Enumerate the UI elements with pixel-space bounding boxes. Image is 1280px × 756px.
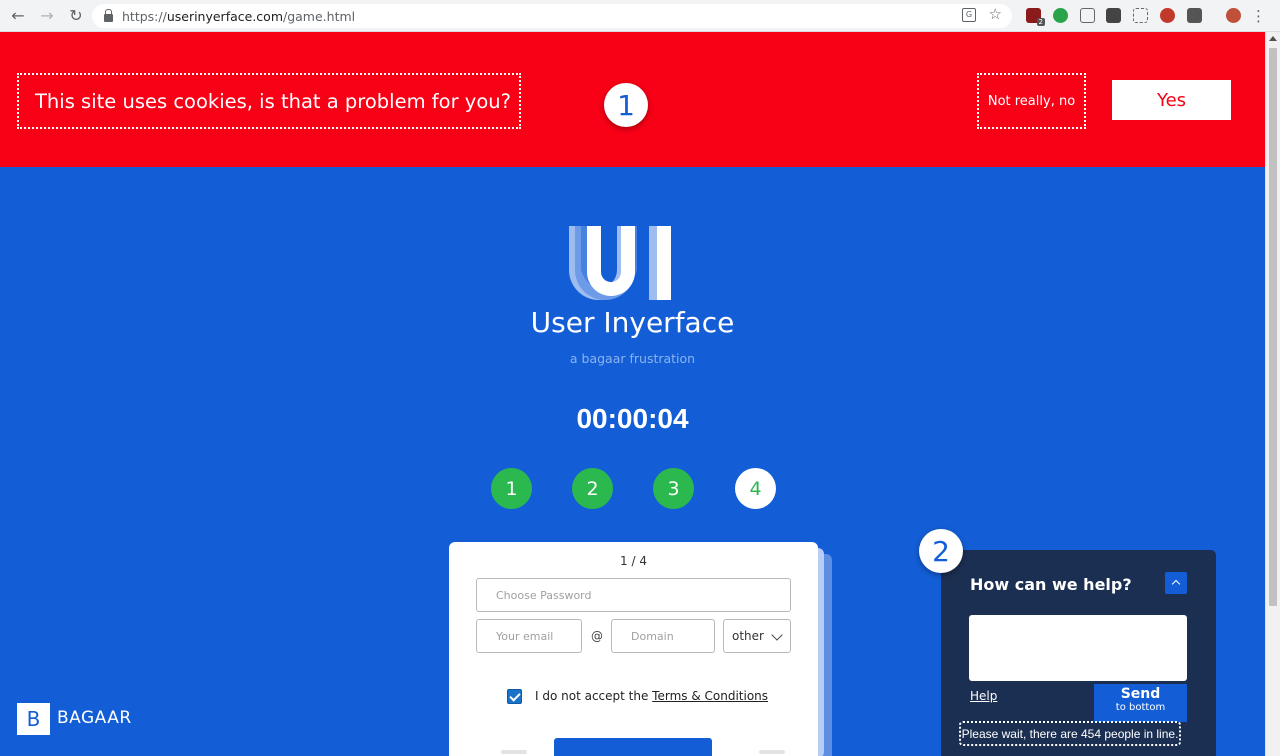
decline-cookies-button[interactable]: Not really, no xyxy=(977,73,1086,129)
step-marker-1: 1 xyxy=(604,83,648,127)
accept-cookies-button[interactable]: Yes xyxy=(1112,80,1231,120)
app-subtitle: a bagaar frustration xyxy=(569,351,696,366)
progress-step-3: 3 xyxy=(653,468,694,509)
faint-link-left[interactable] xyxy=(501,750,527,754)
lock-icon xyxy=(104,8,113,22)
address-bar[interactable]: https://userinyerface.com/game.html G ☆ xyxy=(92,4,1012,28)
progress-step-1: 1 xyxy=(491,468,532,509)
help-send-button[interactable]: Send to bottom xyxy=(1094,684,1187,722)
progress-step-4: 4 xyxy=(735,468,776,509)
tld-select-value: other xyxy=(732,629,764,643)
password-input[interactable]: Choose Password xyxy=(476,578,791,612)
app-title: User Inyerface xyxy=(530,306,735,339)
terms-link[interactable]: Terms & Conditions xyxy=(652,689,768,703)
extension-card-icon[interactable] xyxy=(1080,8,1095,23)
help-send-sublabel: to bottom xyxy=(1115,702,1166,713)
help-title: How can we help? xyxy=(970,575,1132,594)
translate-icon[interactable]: G xyxy=(962,8,976,22)
page-scrollbar[interactable] xyxy=(1265,32,1280,756)
ublock-extension-icon[interactable]: 2 xyxy=(1026,8,1045,26)
chevron-up-icon[interactable] xyxy=(1165,572,1187,594)
help-widget: How can we help? Help Send to bottom Ple… xyxy=(941,550,1216,756)
game-timer: 00:00:04 xyxy=(576,403,689,434)
next-button[interactable] xyxy=(554,738,712,756)
bagaar-logo-icon[interactable]: B xyxy=(17,703,50,735)
scrollbar-thumb[interactable] xyxy=(1269,48,1277,606)
kebab-menu-icon[interactable]: ⋮ xyxy=(1251,7,1266,25)
scroll-up-icon[interactable] xyxy=(1269,36,1277,41)
extension-eye-icon[interactable] xyxy=(1160,8,1175,23)
extension-puzzle-icon[interactable] xyxy=(1133,8,1148,23)
at-sign: @ xyxy=(591,629,603,643)
page-indicator: 1 / 4 xyxy=(620,554,647,568)
ui-logo xyxy=(569,226,671,300)
queue-status: Please wait, there are 454 people in lin… xyxy=(959,721,1181,746)
extension-dark-icon[interactable] xyxy=(1106,8,1121,23)
help-link[interactable]: Help xyxy=(970,689,997,703)
arrow-right-icon[interactable]: → xyxy=(36,5,58,27)
terms-checkbox[interactable] xyxy=(507,689,522,704)
url-text: https://userinyerface.com/game.html xyxy=(122,8,356,24)
arrow-left-icon[interactable]: ← xyxy=(7,5,29,27)
faint-link-right[interactable] xyxy=(759,750,785,754)
profile-avatar-icon[interactable] xyxy=(1226,8,1241,23)
tld-select[interactable]: other xyxy=(723,619,791,653)
domain-input[interactable]: Domain xyxy=(611,619,715,653)
bagaar-brand-name[interactable]: BAGAAR xyxy=(57,708,132,728)
progress-step-2: 2 xyxy=(572,468,613,509)
cookie-banner: This site uses cookies, is that a proble… xyxy=(0,32,1265,167)
extension-green-icon[interactable] xyxy=(1053,8,1068,23)
terms-label: I do not accept the Terms & Conditions xyxy=(535,689,769,703)
reload-icon[interactable]: ↻ xyxy=(65,5,87,27)
star-icon[interactable]: ☆ xyxy=(989,5,1002,23)
step-marker-2: 2 xyxy=(919,529,963,573)
browser-toolbar: ← → ↻ https://userinyerface.com/game.htm… xyxy=(0,0,1280,32)
registration-card: 1 / 4 Choose Password Your email @ Domai… xyxy=(449,542,818,756)
help-send-label: Send xyxy=(1120,686,1161,702)
email-input[interactable]: Your email xyxy=(476,619,582,653)
extension-info-icon[interactable] xyxy=(1187,8,1202,23)
help-message-input[interactable] xyxy=(969,615,1187,681)
cookie-message: This site uses cookies, is that a proble… xyxy=(17,73,521,129)
chevron-down-icon xyxy=(771,629,783,641)
